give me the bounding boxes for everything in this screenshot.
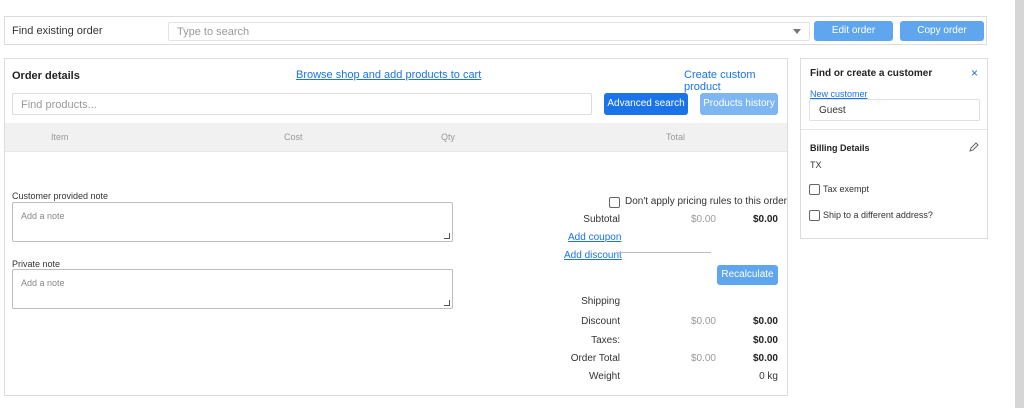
chevron-down-icon[interactable] (793, 29, 801, 34)
weight-label: Weight (589, 371, 620, 382)
add-discount-link[interactable]: Add discount (564, 250, 622, 261)
billing-details-title: Billing Details (810, 143, 870, 153)
find-products-placeholder: Find products... (21, 99, 97, 111)
items-table-header: Item Cost Qty Total (5, 123, 787, 152)
resize-handle-icon[interactable] (444, 300, 450, 306)
resize-handle-icon[interactable] (444, 233, 450, 239)
private-note-placeholder: Add a note (21, 278, 65, 288)
private-note-input[interactable]: Add a note (12, 269, 453, 309)
weight-value: 0 kg (759, 371, 778, 382)
find-order-bar: Find existing order Type to search Edit … (4, 16, 987, 45)
customer-note-input[interactable]: Add a note (12, 202, 453, 242)
shipping-label: Shipping (581, 296, 620, 307)
recalculate-button[interactable]: Recalculate (717, 265, 778, 285)
find-products-input[interactable]: Find products... (12, 93, 592, 115)
discount-label: Discount (581, 316, 620, 327)
page-scrollbar[interactable] (1015, 0, 1024, 408)
add-coupon-link[interactable]: Add coupon (568, 232, 621, 243)
customer-panel: Find or create a customer × New customer… (800, 58, 988, 239)
customer-select[interactable]: Guest (809, 99, 980, 121)
private-note-label: Private note (12, 259, 61, 269)
order-details-title: Order details (12, 70, 80, 82)
column-cost: Cost (284, 132, 303, 142)
taxes-label: Taxes: (591, 335, 620, 346)
subtotal-value: $0.00 (752, 214, 778, 225)
new-customer-link[interactable]: New customer (810, 89, 868, 99)
advanced-search-button[interactable]: Advanced search (604, 93, 688, 115)
customer-select-value: Guest (819, 105, 846, 116)
tax-exempt-checkbox[interactable] (809, 184, 820, 195)
order-total-original: $0.00 (690, 353, 716, 364)
create-custom-product-link[interactable]: Create custom product (684, 69, 787, 93)
customer-note-placeholder: Add a note (21, 211, 65, 221)
edit-pencil-icon[interactable] (969, 142, 979, 152)
subtotal-label: Subtotal (583, 214, 620, 225)
no-pricing-rules-checkbox[interactable] (609, 197, 620, 208)
order-total-label: Order Total (570, 353, 620, 364)
discount-value: $0.00 (752, 316, 778, 327)
ship-different-label: Ship to a different address? (823, 210, 933, 220)
customer-panel-title: Find or create a customer (810, 68, 933, 79)
find-order-label: Find existing order (12, 25, 103, 37)
subtotal-original: $0.00 (690, 214, 716, 225)
column-total: Total (666, 132, 686, 142)
order-details-panel: Order details Browse shop and add produc… (4, 58, 788, 396)
order-search-placeholder: Type to search (177, 26, 250, 38)
column-item: Item (51, 132, 69, 142)
close-icon[interactable]: × (971, 66, 978, 80)
tax-exempt-label: Tax exempt (823, 184, 870, 194)
products-history-button[interactable]: Products history (700, 93, 778, 115)
discount-original: $0.00 (690, 316, 716, 327)
customer-note-label: Customer provided note (12, 191, 109, 201)
taxes-value: $0.00 (752, 335, 778, 346)
copy-order-button[interactable]: Copy order (900, 21, 984, 41)
customer-panel-divider (801, 129, 987, 130)
shipping-divider (618, 252, 711, 253)
column-qty: Qty (441, 132, 456, 142)
billing-state: TX (810, 160, 822, 170)
edit-order-button[interactable]: Edit order (814, 21, 893, 41)
no-pricing-rules-label: Don't apply pricing rules to this order (625, 196, 787, 207)
order-search-input[interactable]: Type to search (168, 22, 810, 41)
order-total-value: $0.00 (752, 353, 778, 364)
ship-different-checkbox[interactable] (809, 210, 820, 221)
browse-shop-link[interactable]: Browse shop and add products to cart (296, 69, 481, 81)
